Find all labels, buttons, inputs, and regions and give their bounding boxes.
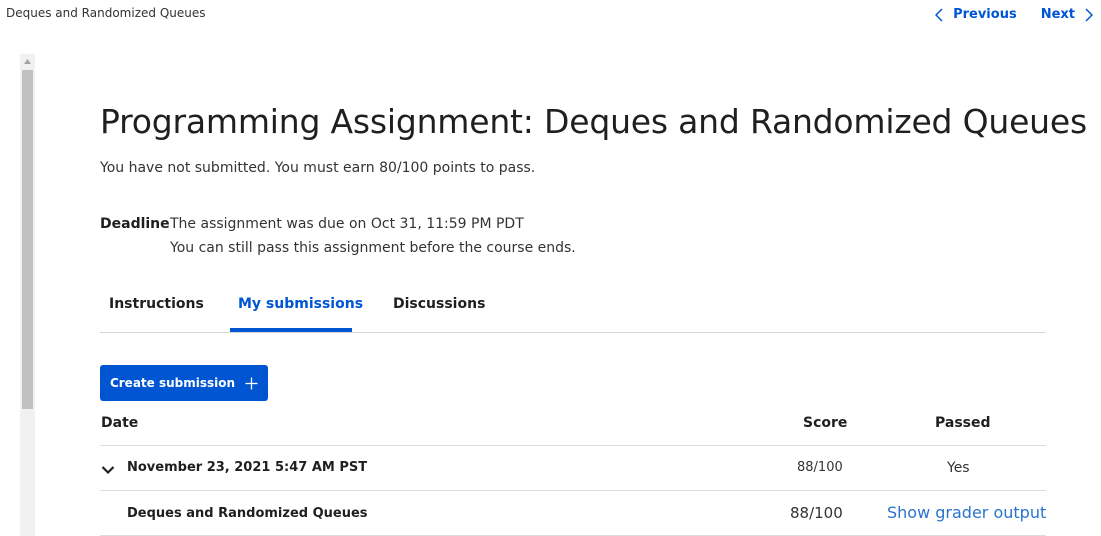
table-divider bbox=[100, 490, 1046, 491]
show-grader-output-link[interactable]: Show grader output bbox=[887, 503, 1046, 522]
submission-score: 88/100 bbox=[797, 460, 843, 475]
tab-instructions[interactable]: Instructions bbox=[109, 296, 204, 312]
chevron-right-icon bbox=[1075, 7, 1093, 22]
submission-part-name: Deques and Randomized Queues bbox=[127, 506, 368, 521]
tab-my-submissions[interactable]: My submissions bbox=[238, 296, 363, 312]
tab-discussions[interactable]: Discussions bbox=[393, 296, 485, 312]
plus-icon bbox=[245, 377, 258, 390]
submission-part-score: 88/100 bbox=[790, 504, 843, 522]
tab-bar: Instructions My submissions Discussions bbox=[100, 286, 1046, 333]
deadline-label: Deadline bbox=[100, 216, 170, 232]
page-title: Programming Assignment: Deques and Rando… bbox=[100, 102, 1087, 141]
previous-label: Previous bbox=[953, 7, 1017, 22]
submission-status: You have not submitted. You must earn 80… bbox=[100, 160, 536, 176]
create-submission-label: Create submission bbox=[109, 376, 236, 390]
deadline-note: You can still pass this assignment befor… bbox=[170, 240, 576, 256]
chevron-down-icon[interactable] bbox=[101, 460, 115, 479]
arrow-up-icon[interactable] bbox=[20, 54, 35, 69]
column-header-score: Score bbox=[803, 415, 848, 431]
create-submission-button[interactable]: Create submission bbox=[100, 365, 268, 401]
column-header-date: Date bbox=[101, 415, 139, 431]
submission-date: November 23, 2021 5:47 AM PST bbox=[127, 460, 368, 475]
lesson-navigation: Previous Next bbox=[935, 7, 1093, 22]
next-label: Next bbox=[1040, 7, 1075, 22]
scrollbar[interactable] bbox=[20, 54, 35, 536]
breadcrumb: Deques and Randomized Queues bbox=[6, 6, 206, 20]
previous-button[interactable]: Previous bbox=[935, 7, 1017, 22]
deadline-date: The assignment was due on Oct 31, 11:59 … bbox=[170, 216, 524, 232]
scrollbar-thumb[interactable] bbox=[22, 70, 33, 409]
column-header-passed: Passed bbox=[935, 415, 991, 431]
chevron-left-icon bbox=[935, 7, 953, 22]
submission-passed: Yes bbox=[947, 460, 970, 476]
table-divider bbox=[100, 445, 1046, 446]
next-button[interactable]: Next bbox=[1041, 7, 1093, 22]
active-tab-indicator bbox=[230, 328, 352, 332]
